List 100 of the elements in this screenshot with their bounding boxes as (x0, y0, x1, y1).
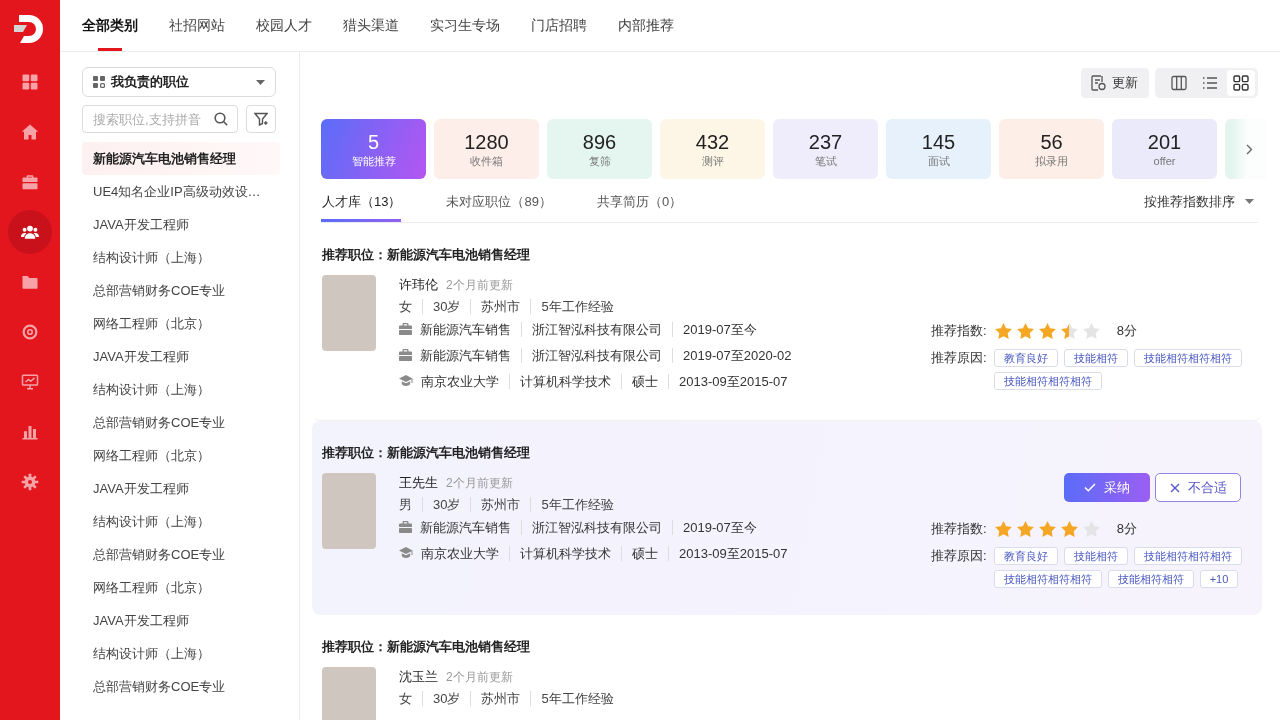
category-tab[interactable]: 校园人才 (256, 0, 312, 51)
position-dropdown[interactable]: 我负责的职位 (82, 67, 276, 97)
gender: 男 (399, 496, 413, 512)
age: 30岁 (422, 690, 471, 706)
candidate-name: 沈玉兰 (399, 668, 438, 686)
star-icon (1016, 323, 1034, 339)
home-icon[interactable] (21, 123, 39, 141)
city: 苏州市 (470, 690, 531, 706)
reason-tag: 技能相符相符相符 (1133, 547, 1242, 565)
position-item[interactable]: JAVA开发工程师 (82, 472, 280, 505)
position-item[interactable]: 网络工程师（北京） (82, 439, 280, 472)
grid-view-icon[interactable] (1226, 70, 1255, 96)
major-name: 计算机科学技术 (509, 373, 621, 389)
filter-button[interactable] (246, 105, 276, 133)
stage-card[interactable]: 56 拟录用 (999, 119, 1104, 179)
sort-dropdown[interactable]: 按推荐指数排序 (1144, 189, 1258, 222)
star-icon (1038, 323, 1056, 339)
close-icon (1169, 482, 1180, 493)
stage-card[interactable]: 5 智能推荐 (321, 119, 426, 179)
recommended-position: 推荐职位：新能源汽车电池销售经理 (322, 638, 530, 656)
stage-card[interactable]: 145 面试 (886, 119, 991, 179)
position-item[interactable]: 结构设计师（上海） (82, 241, 280, 274)
star-icon (1082, 323, 1100, 339)
result-tab[interactable]: 未对应职位（89） (445, 189, 552, 222)
filter-icon (254, 112, 268, 126)
graduation-cap-icon (399, 547, 413, 559)
briefcase-icon (399, 349, 412, 361)
position-item[interactable]: 结构设计师（上海） (82, 373, 280, 406)
list-view-icon[interactable] (1201, 75, 1218, 91)
position-item[interactable]: JAVA开发工程师 (82, 604, 280, 637)
stage-card[interactable]: 1280 收件箱 (434, 119, 539, 179)
reason-label: 推荐原因: (931, 349, 987, 367)
study-period: 2013-09至2015-07 (668, 545, 798, 561)
position-item[interactable]: 网络工程师（北京） (82, 307, 280, 340)
category-tab[interactable]: 内部推荐 (618, 0, 674, 51)
briefcase-icon[interactable] (21, 173, 39, 191)
score: 8分 (1116, 322, 1137, 340)
stage-card[interactable]: 201 offer (1112, 119, 1217, 179)
stage-card[interactable]: 432 测评 (660, 119, 765, 179)
candidate-name: 许玮伦 (399, 276, 438, 294)
folder-icon[interactable] (21, 273, 39, 291)
reason-tag: 技能相符相符相符 (1133, 349, 1242, 367)
people-icon[interactable] (8, 210, 52, 254)
position-item[interactable]: 网络工程师（北京） (82, 571, 280, 604)
caret-down-icon (1245, 199, 1254, 204)
search-field[interactable]: 搜索职位,支持拼音 (82, 105, 238, 133)
candidate-card[interactable]: 推荐职位：新能源汽车电池销售经理 王先生 2个月前更新 男 30岁 苏州市 5年工作经验 新能源汽车销售 浙江智泓科技有限公司 2019-07至今 南京农业大学 计算机科学技术 硕士 2013-09至2015-07 采纳 不合适 推荐指数: 8分 推荐原因: 教育良好 技能相符 技能相符相符相符 技能相符相符相符 技能相符相符 +10 (312, 421, 1262, 615)
candidate-name: 王先生 (399, 474, 438, 492)
columns-view-icon[interactable] (1170, 75, 1187, 91)
position-item[interactable]: 总部营销财务COE专业 (82, 670, 280, 703)
caret-down-icon (256, 79, 265, 85)
bar-chart-icon[interactable] (21, 423, 39, 441)
stage-card[interactable]: 237 笔试 (773, 119, 878, 179)
chevron-right-icon (1245, 143, 1253, 155)
position-item[interactable]: UE4知名企业IP高级动效设… (82, 175, 280, 208)
job-title: 新能源汽车销售 (420, 519, 512, 535)
grid-icon[interactable] (21, 73, 39, 91)
settings-icon[interactable] (21, 473, 39, 491)
work-experience: 5年工作经验 (530, 496, 624, 512)
work-period: 2019-07至2020-02 (672, 347, 802, 363)
star-icon (1016, 521, 1034, 537)
position-item[interactable]: 结构设计师（上海） (82, 637, 280, 670)
degree: 硕士 (621, 373, 668, 389)
reason-tag: 教育良好 (993, 349, 1058, 367)
reason-tag: 技能相符相符相符 (993, 570, 1102, 588)
school-name: 南京农业大学 (421, 373, 500, 389)
category-tab[interactable]: 实习生专场 (430, 0, 500, 51)
job-title: 新能源汽车销售 (420, 347, 512, 363)
refresh-button[interactable]: 更新 (1081, 68, 1149, 98)
accept-button[interactable]: 采纳 (1064, 473, 1150, 502)
update-time: 2个月前更新 (446, 668, 513, 686)
reason-label: 推荐原因: (931, 547, 987, 565)
reason-tag: 技能相符相符 (1107, 570, 1194, 588)
position-item[interactable]: 总部营销财务COE专业 (82, 274, 280, 307)
position-item[interactable]: 新能源汽车电池销售经理 (82, 142, 280, 175)
position-item[interactable]: 总部营销财务COE专业 (82, 406, 280, 439)
reason-tag: 技能相符相符相符 (993, 372, 1102, 390)
position-item[interactable]: 结构设计师（上海） (82, 505, 280, 538)
gender: 女 (399, 690, 413, 706)
category-tab[interactable]: 门店招聘 (531, 0, 587, 51)
company-name: 浙江智泓科技有限公司 (521, 519, 672, 535)
city: 苏州市 (470, 298, 531, 314)
work-experience: 5年工作经验 (530, 690, 624, 706)
reason-tag: 技能相符 (1063, 349, 1128, 367)
category-tab[interactable]: 社招网站 (169, 0, 225, 51)
star-icon (1038, 521, 1056, 537)
presentation-icon[interactable] (21, 373, 39, 391)
position-item[interactable]: 总部营销财务COE专业 (82, 538, 280, 571)
ring-icon[interactable] (21, 323, 39, 341)
update-time: 2个月前更新 (446, 276, 513, 294)
category-tab[interactable]: 猎头渠道 (343, 0, 399, 51)
search-icon (214, 112, 228, 126)
job-title: 新能源汽车销售 (420, 321, 512, 337)
stage-card[interactable]: 896 复筛 (547, 119, 652, 179)
update-time: 2个月前更新 (446, 474, 513, 492)
result-tab[interactable]: 共享简历（0） (595, 189, 683, 222)
check-icon (1084, 483, 1096, 492)
position-item[interactable]: JAVA开发工程师 (82, 208, 280, 241)
position-item[interactable]: JAVA开发工程师 (82, 340, 280, 373)
reject-button[interactable]: 不合适 (1155, 473, 1241, 502)
